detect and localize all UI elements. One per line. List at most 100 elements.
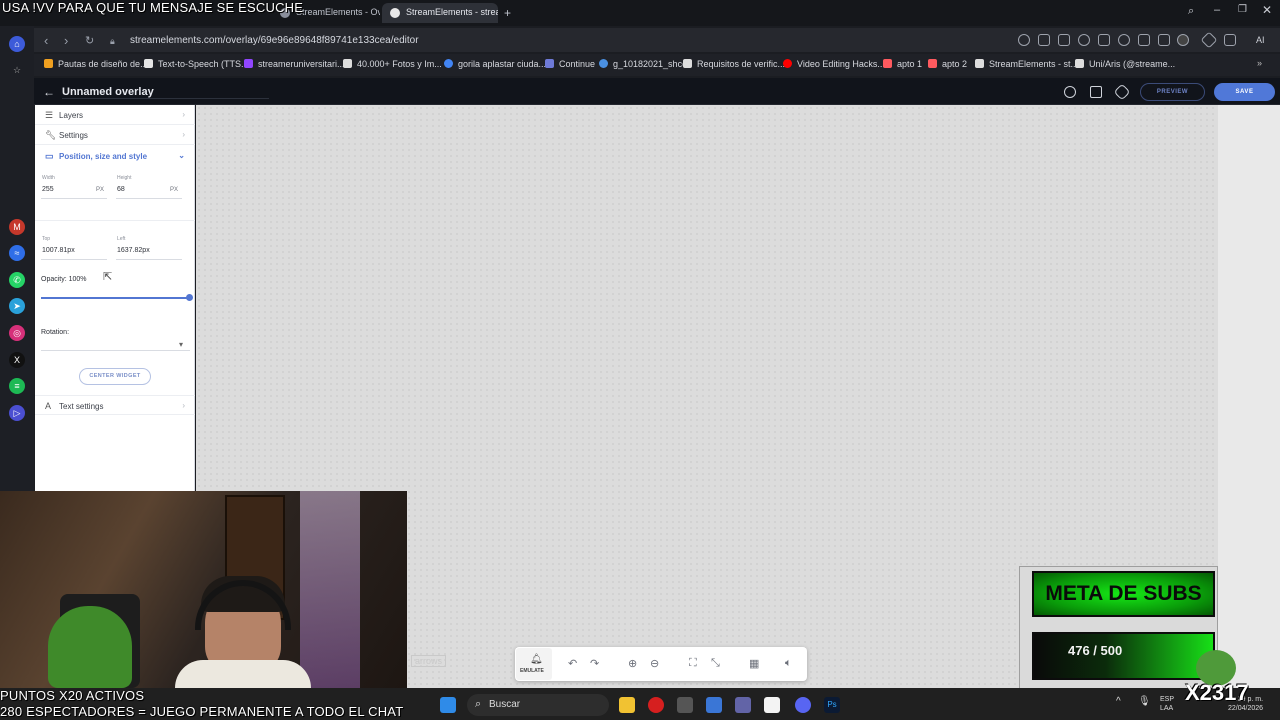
search-tabs-icon[interactable]: ⌕ <box>1188 5 1194 18</box>
monitor-icon[interactable] <box>1090 86 1102 98</box>
undo-icon[interactable]: ↶ <box>568 657 577 670</box>
search-page-icon[interactable] <box>1018 34 1030 46</box>
play-icon[interactable] <box>1098 34 1110 46</box>
heart-icon[interactable] <box>1118 34 1130 46</box>
grid-icon[interactable]: ▦ <box>749 657 759 670</box>
bookmark-favicon-icon <box>783 59 792 68</box>
preview-button[interactable]: PREVIEW <box>1140 83 1205 101</box>
overlay-title[interactable]: Unnamed overlay <box>62 86 154 98</box>
bookmark-item[interactable]: Requisitos de verific... <box>683 59 785 69</box>
whatsapp-icon[interactable]: ✆ <box>9 272 25 288</box>
messenger-icon[interactable]: ≈ <box>9 245 25 261</box>
microphone-icon[interactable]: 🎙︎ <box>1138 696 1151 707</box>
fullscreen-icon[interactable]: ⛶ <box>689 657 697 670</box>
edit-icon[interactable] <box>1038 34 1050 46</box>
opacity-slider-track[interactable] <box>41 297 190 299</box>
star-icon[interactable]: ☆ <box>9 62 25 78</box>
url-input[interactable]: streamelements.com/overlay/69e96e89648f8… <box>130 35 419 46</box>
bookmark-item[interactable]: gorila aplastar ciuda... <box>444 59 546 69</box>
left-label: Left <box>117 236 126 242</box>
height-field[interactable]: 68 <box>117 186 125 193</box>
cube-icon[interactable] <box>1224 34 1236 46</box>
settings-section[interactable]: 🔧︎ Settings › <box>35 125 195 145</box>
layers-section[interactable]: ☰ Layers › <box>35 105 195 125</box>
maximize-icon[interactable]: ❐ <box>1238 4 1247 15</box>
gmail-icon[interactable]: M <box>9 219 25 235</box>
rotation-label: Rotation: <box>41 329 70 336</box>
chevron-down-icon: ⌄ <box>178 151 185 160</box>
text-settings-section[interactable]: A Text settings › <box>35 395 195 415</box>
tab-favicon-icon <box>390 8 400 18</box>
zoom-in-icon[interactable]: ⊕ <box>628 657 637 670</box>
shield-icon[interactable] <box>1078 34 1090 46</box>
x-twitter-icon[interactable]: X <box>9 352 25 368</box>
teams-icon[interactable] <box>735 697 751 713</box>
windows-start-icon[interactable] <box>440 697 456 713</box>
fit-screen-icon[interactable]: ⤡ <box>711 657 720 670</box>
bookmark-item[interactable]: g_10182021_shcc <box>599 59 687 69</box>
tray-expand-icon[interactable]: ^ <box>1116 696 1121 707</box>
bookmark-item[interactable]: Uni/Aris (@streame... <box>1075 59 1175 69</box>
more-bookmarks-icon[interactable]: » <box>1257 58 1262 68</box>
save-button[interactable]: SAVE <box>1214 83 1275 101</box>
discord-icon[interactable] <box>795 697 811 713</box>
instagram-icon[interactable]: ◎ <box>9 325 25 341</box>
profile-icon[interactable] <box>1177 34 1189 46</box>
left-underline <box>116 259 182 260</box>
zoom-out-icon[interactable]: ⊖ <box>650 657 659 670</box>
telegram-icon[interactable]: ➤ <box>9 298 25 314</box>
back-icon[interactable]: ‹ <box>44 33 48 48</box>
width-unit: PX <box>96 187 105 193</box>
width-field[interactable]: 255 <box>42 186 54 193</box>
stream-overlay-bottom-text-1: PUNTOS X20 ACTIVOS <box>0 688 145 703</box>
home-icon[interactable]: ⌂ <box>9 36 25 52</box>
spotify-icon[interactable]: ≡ <box>9 378 25 394</box>
redo-icon[interactable]: ↷ <box>590 657 599 670</box>
center-widget-button[interactable]: CENTER WIDGET <box>79 368 151 385</box>
stream-overlay-top-text: USA !VV PARA QUE TU MENSAJE SE ESCUCHE <box>2 0 304 15</box>
taskbar-search[interactable]: ⌕ Buscar <box>467 694 609 716</box>
browser-tab-active[interactable]: StreamElements - streame <box>382 3 498 23</box>
mail-icon[interactable] <box>706 697 722 713</box>
bookmark-item[interactable]: Text-to-Speech (TTS... <box>144 59 249 69</box>
reload-icon[interactable]: ↻ <box>85 34 94 47</box>
bookmark-item[interactable]: streameruniversitari... <box>244 59 345 69</box>
canvas-outside-area <box>1218 105 1280 690</box>
top-field[interactable]: 1007.81px <box>42 247 75 254</box>
bookmark-item[interactable]: 40.000+ Fotos y Im... <box>343 59 442 69</box>
emulate-button[interactable]: 🔔︎ EMULATE <box>516 648 552 680</box>
ai-icon[interactable]: AI <box>1256 35 1265 45</box>
bookmark-item[interactable]: Pautas de diseño de... <box>44 59 148 69</box>
sound-icon[interactable]: 🔈︎ <box>785 657 792 670</box>
bookmark-item[interactable]: apto 2 <box>928 59 967 69</box>
bookmark-favicon-icon <box>545 59 554 68</box>
player-icon[interactable]: ▷ <box>9 405 25 421</box>
bookmark-favicon-icon <box>44 59 53 68</box>
mouse-cursor-icon: ⇱ <box>103 271 113 283</box>
search-icon: ⌕ <box>475 698 482 710</box>
position-size-style-section[interactable]: ▭ Position, size and style ⌄ <box>35 146 195 166</box>
bookmark-item[interactable]: StreamElements - st... <box>975 59 1078 69</box>
store-icon[interactable] <box>764 697 780 713</box>
file-explorer-icon[interactable] <box>619 697 635 713</box>
opacity-slider-handle[interactable] <box>186 294 193 301</box>
menu-icon[interactable] <box>1158 34 1170 46</box>
new-tab-icon[interactable]: + <box>504 6 511 20</box>
close-window-icon[interactable]: ✕ <box>1262 3 1272 17</box>
left-field[interactable]: 1637.82px <box>117 247 150 254</box>
help-icon[interactable] <box>1064 86 1076 98</box>
opera-icon[interactable] <box>648 697 664 713</box>
language-indicator[interactable]: ESP LAA <box>1160 695 1174 713</box>
bookmark-item[interactable]: Video Editing Hacks... <box>783 59 885 69</box>
bookmark-item[interactable]: apto 1 <box>883 59 922 69</box>
layout-icon: ▭ <box>45 151 54 161</box>
camera-icon[interactable] <box>1058 34 1070 46</box>
rotation-dropdown-icon[interactable]: ▾ <box>179 340 183 349</box>
photoshop-icon[interactable]: Ps <box>824 697 840 713</box>
forward-icon[interactable]: › <box>64 33 68 48</box>
app-icon[interactable] <box>677 697 693 713</box>
download-icon[interactable] <box>1138 34 1150 46</box>
bookmark-item[interactable]: Continue <box>545 59 595 69</box>
back-arrow-icon[interactable]: ← <box>43 85 55 99</box>
minimize-icon[interactable]: – <box>1214 4 1220 16</box>
